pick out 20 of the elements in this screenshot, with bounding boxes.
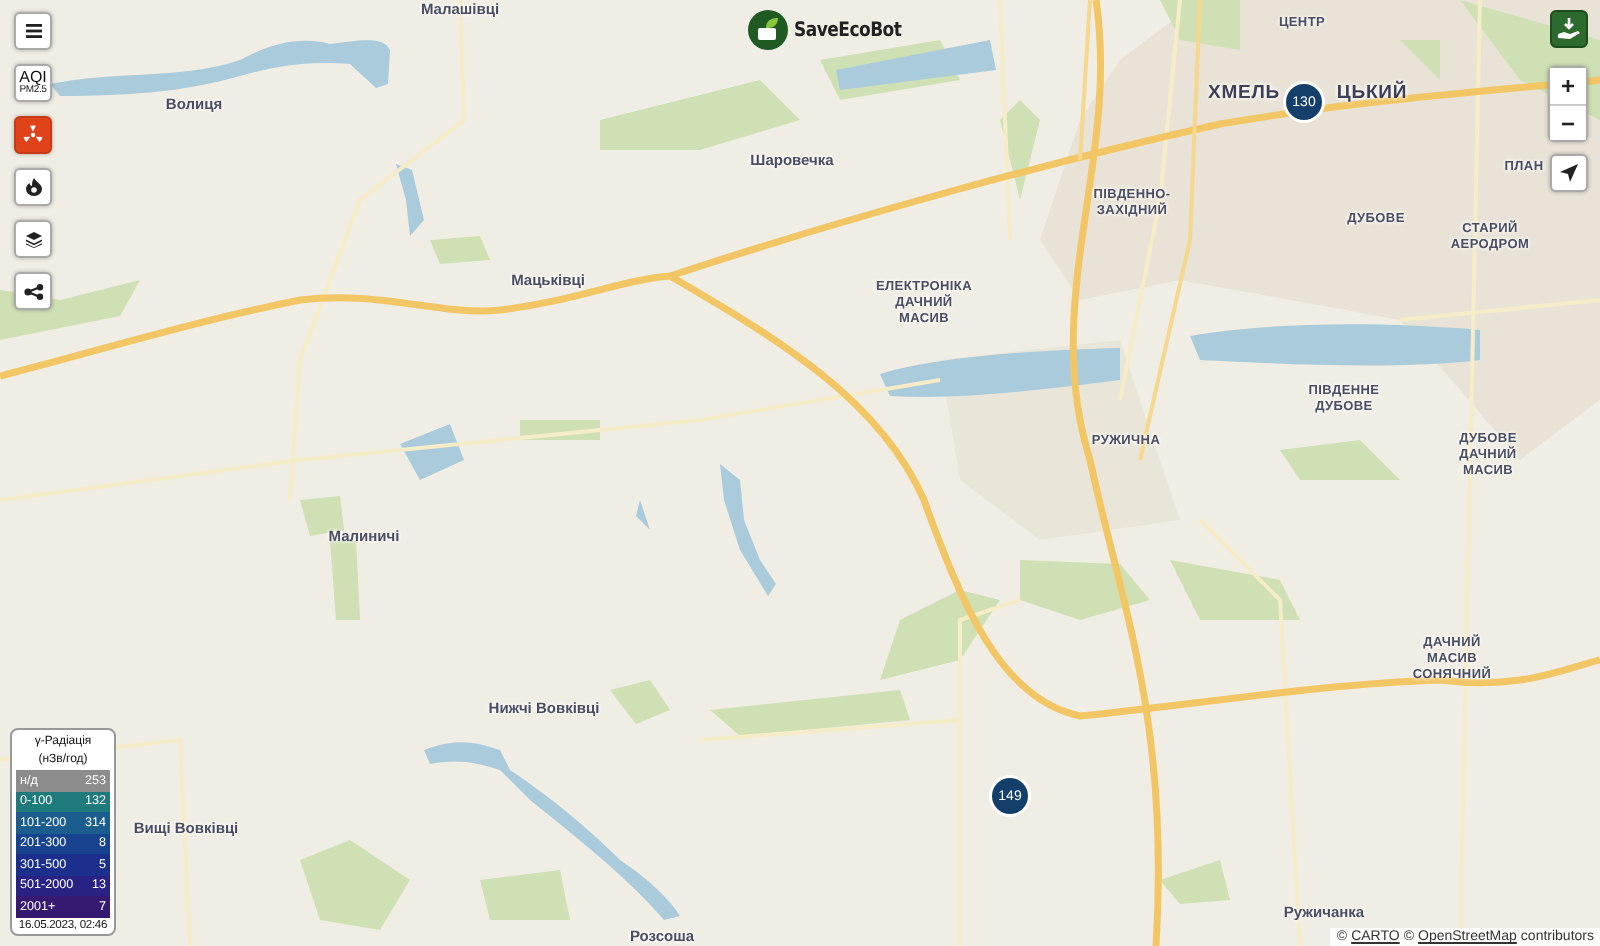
menu-button[interactable] xyxy=(14,12,52,50)
layers-icon xyxy=(25,231,41,247)
logo-text: SaveEcoBot xyxy=(794,19,902,41)
zoom-out-button[interactable]: − xyxy=(1550,104,1586,140)
layers-button[interactable] xyxy=(14,220,52,258)
fire-button[interactable] xyxy=(14,168,52,206)
zoom-in-button[interactable]: + xyxy=(1550,68,1586,104)
menu-icon xyxy=(25,24,41,38)
location-arrow-icon xyxy=(1560,164,1578,182)
donate-button[interactable] xyxy=(1550,10,1588,48)
share-button[interactable] xyxy=(14,272,52,310)
city-label: ХМЕЛЬ xyxy=(1207,82,1281,106)
radiation-icon xyxy=(22,124,44,146)
locate-button[interactable] xyxy=(1550,154,1588,192)
city-label: ЦЬКИЙ xyxy=(1336,82,1408,106)
share-nodes-icon xyxy=(23,283,43,299)
hand-arrow-icon xyxy=(1558,18,1580,40)
leaf-logo-icon xyxy=(748,10,788,50)
radiation-button[interactable] xyxy=(14,116,52,154)
fire-icon xyxy=(25,178,41,196)
